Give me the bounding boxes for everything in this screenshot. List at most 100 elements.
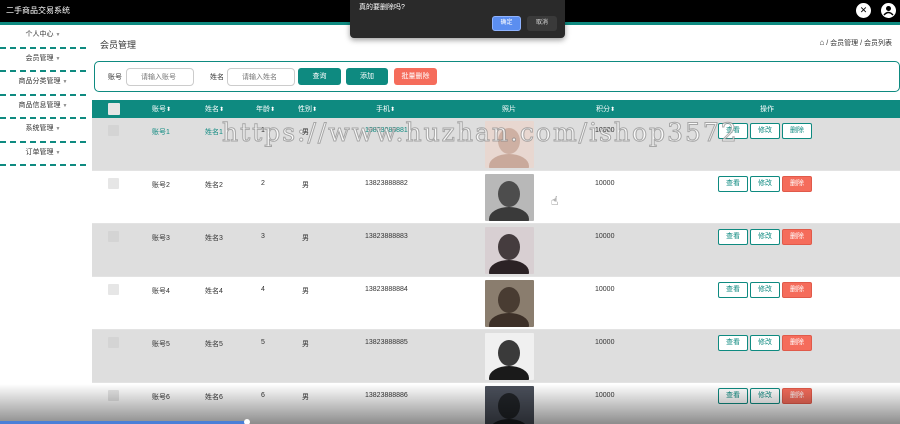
cell-name: 姓名3: [205, 235, 223, 242]
breadcrumb-item: 会员列表: [864, 40, 892, 47]
view-button[interactable]: 查看: [718, 335, 748, 351]
member-photo: [485, 333, 534, 380]
sidebar-item-label: 会员管理: [25, 54, 54, 62]
page-title: 会员管理: [100, 40, 137, 50]
view-button[interactable]: 查看: [718, 229, 748, 245]
header-age[interactable]: 年龄⬍: [256, 104, 275, 114]
name-label: 姓名: [210, 74, 224, 81]
header-actions: 操作: [760, 106, 774, 113]
sort-icon: ⬍: [219, 107, 225, 113]
cell-name: 姓名4: [205, 288, 223, 295]
sidebar-item-label: 商品分类管理: [18, 78, 61, 85]
row-actions: 查看修改删除: [718, 229, 814, 245]
sidebar-item-personal-center[interactable]: 个人中心 ▼: [0, 25, 86, 49]
cell-age: 5: [261, 339, 265, 346]
caret-down-icon: ▼: [55, 32, 61, 38]
hand-cursor-icon: ☝: [551, 194, 559, 208]
cell-account: 账号5: [152, 341, 170, 348]
cell-points: 10000: [595, 233, 615, 240]
close-icon[interactable]: ✕: [856, 3, 871, 18]
edit-button[interactable]: 修改: [750, 229, 780, 245]
sidebar-item-category-management[interactable]: 商品分类管理 ▼: [0, 72, 86, 96]
row-actions: 查看修改删除: [718, 282, 814, 298]
header-label: 姓名: [205, 106, 219, 113]
sidebar-item-product-management[interactable]: 商品信息管理 ▼: [0, 96, 86, 119]
select-all-checkbox[interactable]: [108, 103, 120, 115]
breadcrumb-item[interactable]: 会员管理: [830, 40, 858, 47]
sort-icon: ⬍: [270, 107, 276, 113]
header-label: 性别: [298, 106, 312, 113]
app-title: 二手商品交易系统: [6, 6, 70, 15]
confirm-button[interactable]: 确定: [492, 16, 521, 31]
name-search-input[interactable]: [227, 68, 295, 86]
cell-age: 3: [261, 233, 265, 240]
header-points[interactable]: 积分⬍: [596, 104, 615, 114]
video-progress-handle[interactable]: [244, 419, 250, 424]
delete-button[interactable]: 删除: [782, 229, 812, 245]
account-search-input[interactable]: [126, 68, 194, 86]
header-label: 手机: [376, 106, 390, 113]
delete-button[interactable]: 删除: [782, 282, 812, 298]
sidebar-item-member-management[interactable]: 会员管理 ▼: [0, 49, 86, 72]
caret-down-icon: ▼: [55, 126, 61, 132]
query-button[interactable]: 查询: [298, 68, 341, 85]
cell-account: 账号1: [152, 129, 170, 136]
sidebar-item-system-management[interactable]: 系统管理 ▼: [0, 119, 86, 143]
sidebar-item-label: 系统管理: [25, 125, 54, 132]
sidebar-item-order-management[interactable]: 订单管理 ▼: [0, 143, 86, 166]
cell-points: 10000: [595, 180, 615, 187]
cell-account: 账号4: [152, 288, 170, 295]
view-button[interactable]: 查看: [718, 282, 748, 298]
cell-phone: 13823888883: [365, 233, 408, 240]
delete-button[interactable]: 删除: [782, 176, 812, 192]
cell-account: 账号3: [152, 235, 170, 242]
cell-name: 姓名5: [205, 341, 223, 348]
breadcrumb-separator: /: [860, 40, 863, 47]
cell-age: 4: [261, 286, 265, 293]
cell-gender: 男: [302, 182, 309, 189]
edit-button[interactable]: 修改: [750, 123, 780, 139]
row-actions: 查看修改删除: [718, 176, 814, 192]
sort-icon: ⬍: [390, 107, 396, 113]
user-icon[interactable]: [881, 3, 896, 18]
delete-button[interactable]: 删除: [782, 123, 812, 139]
member-photo: [485, 280, 534, 327]
delete-button[interactable]: 删除: [782, 335, 812, 351]
edit-button[interactable]: 修改: [750, 176, 780, 192]
batch-delete-button[interactable]: 批量删除: [394, 68, 437, 85]
sort-icon: ⬍: [610, 107, 616, 113]
member-table: 账号⬍ 姓名⬍ 年龄⬍ 性别⬍ 手机⬍ 照片 积分⬍ 操作 账号1 姓名1 1 …: [92, 100, 900, 424]
sidebar-item-label: 订单管理: [25, 148, 54, 156]
row-checkbox[interactable]: [108, 284, 119, 295]
table-row: 账号2 姓名2 2 男 13823888882 10000 查看 修改 删除: [92, 171, 900, 224]
cell-points: 10000: [595, 339, 615, 346]
header-gender[interactable]: 性别⬍: [298, 104, 317, 114]
cell-name: 姓名2: [205, 182, 223, 189]
caret-down-icon: ▼: [62, 79, 68, 85]
cell-gender: 男: [302, 288, 309, 295]
member-photo: [485, 174, 534, 221]
row-checkbox[interactable]: [108, 231, 119, 242]
header-account[interactable]: 账号⬍: [152, 104, 171, 114]
member-photo: [485, 227, 534, 274]
view-button[interactable]: 查看: [718, 176, 748, 192]
sort-icon: ⬍: [312, 107, 318, 113]
header-name[interactable]: 姓名⬍: [205, 104, 224, 114]
dialog-message: 真的要删除吗?: [359, 4, 405, 11]
header-photo: 照片: [502, 104, 516, 114]
cancel-button[interactable]: 取消: [527, 16, 557, 31]
row-actions: 查看修改删除: [718, 335, 814, 351]
row-checkbox[interactable]: [108, 178, 119, 189]
edit-button[interactable]: 修改: [750, 335, 780, 351]
cell-points: 10000: [595, 286, 615, 293]
add-button[interactable]: 添加: [346, 68, 388, 85]
row-checkbox[interactable]: [108, 125, 119, 136]
edit-button[interactable]: 修改: [750, 282, 780, 298]
cell-phone: 13823888882: [365, 180, 408, 187]
header-phone[interactable]: 手机⬍: [376, 104, 395, 114]
header-label: 积分: [596, 106, 610, 113]
row-checkbox[interactable]: [108, 337, 119, 348]
table-row: 账号4 姓名4 4 男 13823888884 10000 查看 修改 删除: [92, 277, 900, 330]
sort-icon: ⬍: [166, 107, 172, 113]
home-icon[interactable]: ⌂: [819, 38, 824, 47]
